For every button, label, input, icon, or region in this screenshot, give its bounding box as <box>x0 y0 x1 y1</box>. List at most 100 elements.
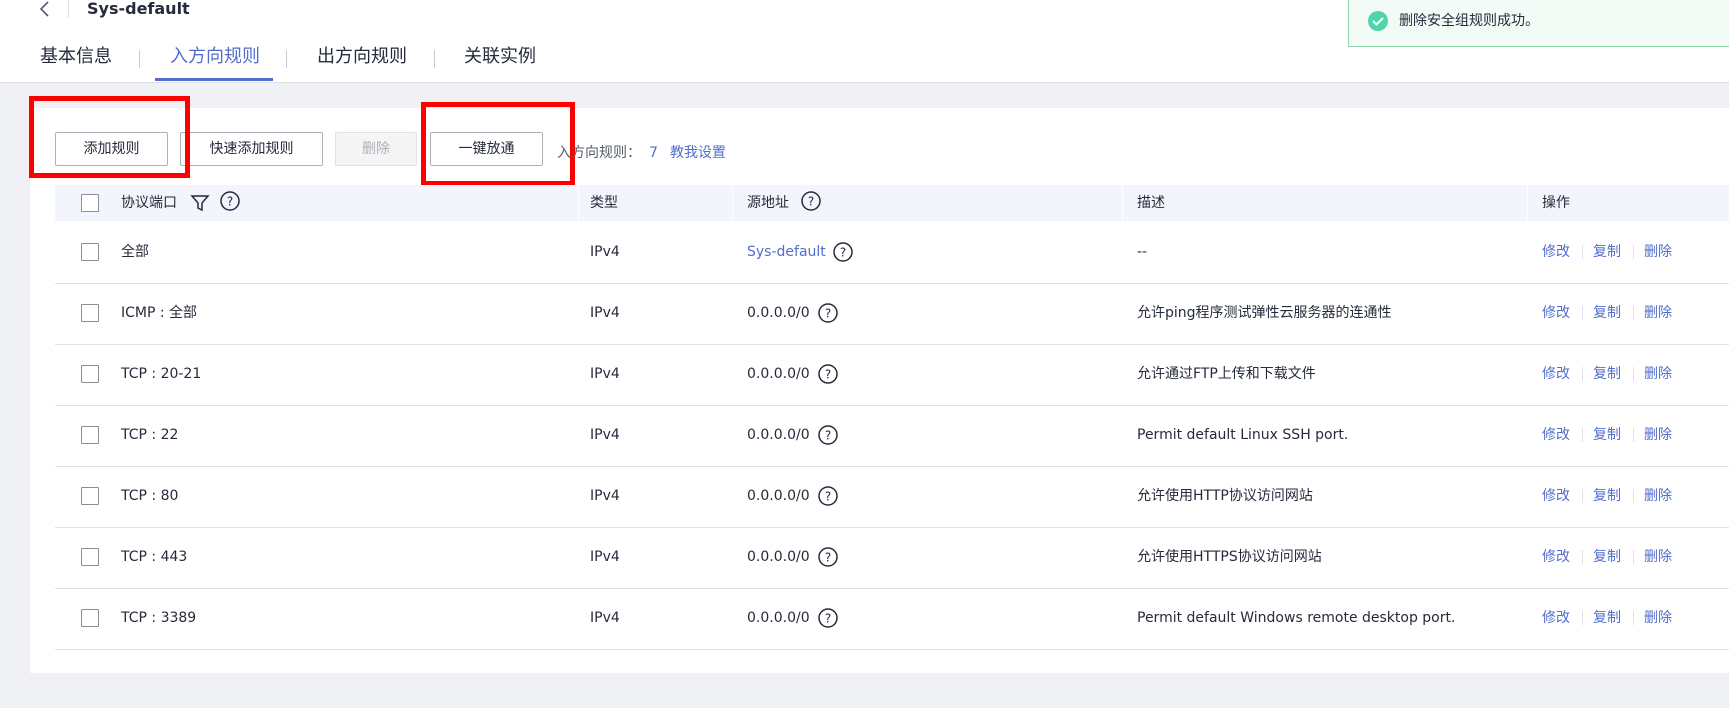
copy-link[interactable]: 复制 <box>1593 344 1621 405</box>
cell-type: IPv4 <box>590 366 620 382</box>
svg-text:?: ? <box>825 307 831 321</box>
cell-source: 0.0.0.0/0 <box>747 305 810 321</box>
cell-description: -- <box>1137 244 1148 260</box>
success-check-icon <box>1368 11 1388 31</box>
filter-icon[interactable] <box>189 192 211 214</box>
help-circle-icon[interactable]: ? <box>817 424 839 446</box>
cell-description: Permit default Windows remote desktop po… <box>1137 610 1456 626</box>
cell-source: 0.0.0.0/0 <box>747 549 810 565</box>
copy-link[interactable]: 复制 <box>1593 588 1621 649</box>
delete-link[interactable]: 删除 <box>1644 588 1672 649</box>
action-separator <box>1633 611 1634 625</box>
column-header-protocol-port: 协议端口 <box>121 195 177 211</box>
copy-link[interactable]: 复制 <box>1593 527 1621 588</box>
table-row: TCP : 80 IPv4 0.0.0.0/0? 允许使用HTTP协议访问网站 修改 复制… <box>55 466 1729 528</box>
row-checkbox[interactable] <box>81 304 99 322</box>
column-separator <box>732 185 733 221</box>
svg-text:?: ? <box>825 612 831 626</box>
column-header-source: 源地址 <box>747 195 789 211</box>
cell-type: IPv4 <box>590 488 620 504</box>
edit-link[interactable]: 修改 <box>1542 588 1570 649</box>
delete-link[interactable]: 删除 <box>1644 527 1672 588</box>
cell-source: 0.0.0.0/0 <box>747 366 810 382</box>
copy-link[interactable]: 复制 <box>1593 283 1621 344</box>
svg-text:?: ? <box>825 429 831 443</box>
edit-link[interactable]: 修改 <box>1542 405 1570 466</box>
help-circle-icon[interactable]: ? <box>817 546 839 568</box>
help-circle-icon[interactable]: ? <box>219 190 241 212</box>
highlight-box-add-rule <box>29 96 190 178</box>
success-toast: 删除安全组规则成功。 <box>1348 0 1729 47</box>
row-checkbox[interactable] <box>81 426 99 444</box>
action-separator <box>1633 367 1634 381</box>
table-row: TCP : 20-21 IPv4 0.0.0.0/0? 允许通过FTP上传和下载文件 修… <box>55 344 1729 406</box>
edit-link[interactable]: 修改 <box>1542 527 1570 588</box>
delete-button[interactable]: 删除 <box>335 132 417 166</box>
edit-link[interactable]: 修改 <box>1542 283 1570 344</box>
back-arrow-icon[interactable] <box>38 0 52 18</box>
help-setup-link[interactable]: 教我设置 <box>670 143 726 163</box>
cell-description: 允许ping程序测试弹性云服务器的连通性 <box>1137 305 1392 321</box>
row-checkbox[interactable] <box>81 365 99 383</box>
action-separator <box>1633 428 1634 442</box>
page-title: Sys-default <box>87 0 190 18</box>
cell-protocol-port: TCP : 22 <box>121 427 179 443</box>
cell-protocol-port: TCP : 80 <box>121 488 179 504</box>
tab-basic-info[interactable]: 基本信息 <box>40 44 112 70</box>
cell-protocol-port: TCP : 20-21 <box>121 366 202 382</box>
cell-source: 0.0.0.0/0 <box>747 610 810 626</box>
delete-link[interactable]: 删除 <box>1644 344 1672 405</box>
cell-type: IPv4 <box>590 549 620 565</box>
edit-link[interactable]: 修改 <box>1542 466 1570 527</box>
cell-type: IPv4 <box>590 427 620 443</box>
cell-description: 允许使用HTTP协议访问网站 <box>1137 488 1313 504</box>
svg-text:?: ? <box>227 195 233 209</box>
help-circle-icon[interactable]: ? <box>832 241 854 263</box>
copy-link[interactable]: 复制 <box>1593 466 1621 527</box>
quick-add-rule-button[interactable]: 快速添加规则 <box>180 132 323 166</box>
help-circle-icon[interactable]: ? <box>800 190 822 212</box>
copy-link[interactable]: 复制 <box>1593 405 1621 466</box>
tab-associated-instances[interactable]: 关联实例 <box>464 44 536 70</box>
svg-text:?: ? <box>808 195 814 209</box>
inbound-rule-count: 7 <box>649 145 658 161</box>
copy-link[interactable]: 复制 <box>1593 222 1621 283</box>
tab-outbound-rules[interactable]: 出方向规则 <box>317 44 407 70</box>
row-checkbox[interactable] <box>81 609 99 627</box>
action-separator <box>1633 306 1634 320</box>
edit-link[interactable]: 修改 <box>1542 222 1570 283</box>
delete-link[interactable]: 删除 <box>1644 222 1672 283</box>
tab-separator <box>286 50 287 68</box>
svg-text:?: ? <box>825 368 831 382</box>
cell-source: 0.0.0.0/0 <box>747 427 810 443</box>
delete-link[interactable]: 删除 <box>1644 283 1672 344</box>
row-checkbox[interactable] <box>81 487 99 505</box>
row-checkbox[interactable] <box>81 548 99 566</box>
cell-source: 0.0.0.0/0 <box>747 488 810 504</box>
action-separator <box>1582 367 1583 381</box>
cell-type: IPv4 <box>590 610 620 626</box>
delete-link[interactable]: 删除 <box>1644 466 1672 527</box>
cell-description: 允许使用HTTPS协议访问网站 <box>1137 549 1322 565</box>
delete-link[interactable]: 删除 <box>1644 405 1672 466</box>
action-separator <box>1582 306 1583 320</box>
select-all-checkbox[interactable] <box>81 194 99 212</box>
cell-protocol-port: TCP : 3389 <box>121 610 197 626</box>
help-circle-icon[interactable]: ? <box>817 485 839 507</box>
highlight-box-one-click-allow <box>421 102 575 186</box>
help-circle-icon[interactable]: ? <box>817 302 839 324</box>
title-divider <box>68 0 69 18</box>
cell-protocol-port: TCP : 443 <box>121 549 188 565</box>
inbound-rule-count-label: 入方向规则： <box>557 145 641 161</box>
tab-inbound-rules[interactable]: 入方向规则 <box>170 44 260 70</box>
help-circle-icon[interactable]: ? <box>817 607 839 629</box>
svg-text:?: ? <box>825 490 831 504</box>
cell-description: Permit default Linux SSH port. <box>1137 427 1349 443</box>
action-separator <box>1582 245 1583 259</box>
action-separator <box>1582 611 1583 625</box>
edit-link[interactable]: 修改 <box>1542 344 1570 405</box>
column-separator <box>1122 185 1123 221</box>
help-circle-icon[interactable]: ? <box>817 363 839 385</box>
cell-source[interactable]: Sys-default <box>747 222 826 283</box>
row-checkbox[interactable] <box>81 243 99 261</box>
